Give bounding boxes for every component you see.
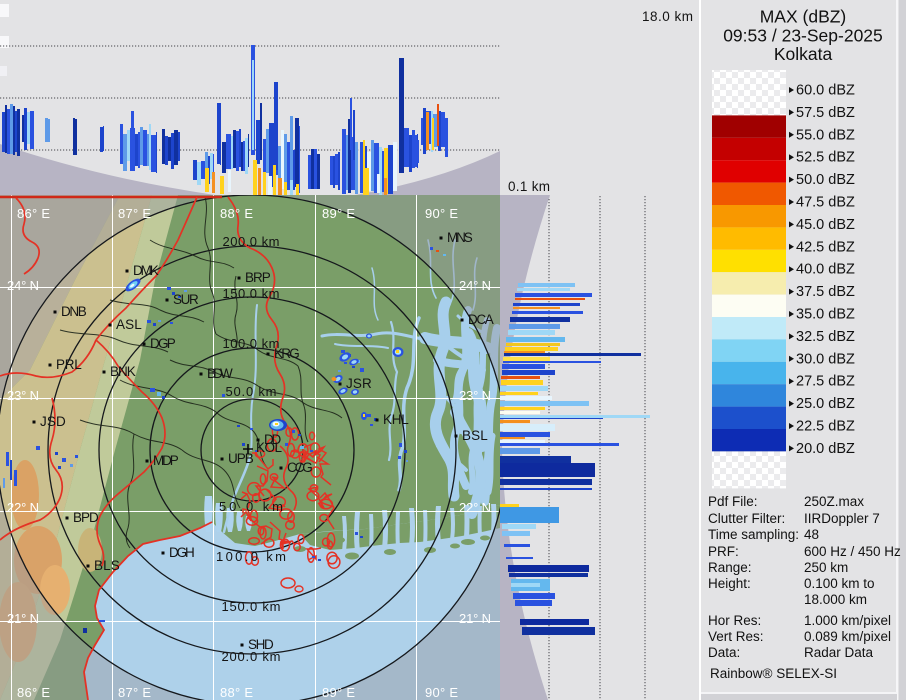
svg-text:0.100 km to: 0.100 km to (804, 576, 875, 591)
svg-text:22.5 dBZ: 22.5 dBZ (796, 419, 855, 435)
svg-text:ASL: ASL (116, 317, 142, 332)
svg-text:22° N: 22° N (459, 500, 491, 515)
svg-text:24° N: 24° N (7, 278, 39, 293)
svg-text:MDP: MDP (153, 453, 179, 468)
svg-text:PRL: PRL (56, 357, 82, 372)
svg-text:48: 48 (804, 527, 819, 542)
svg-text:20.0 dBZ: 20.0 dBZ (796, 441, 855, 457)
svg-text:30.0 dBZ: 30.0 dBZ (796, 351, 855, 367)
svg-text:DGP: DGP (150, 336, 176, 351)
svg-text:90° E: 90° E (425, 685, 458, 700)
svg-text:100.0 km: 100.0 km (216, 549, 286, 564)
svg-text:DNB: DNB (61, 304, 87, 319)
svg-text:BDW: BDW (207, 366, 233, 381)
svg-text:Rainbow® SELEX-SI: Rainbow® SELEX-SI (710, 666, 837, 681)
svg-text:18.0 km: 18.0 km (642, 9, 693, 24)
svg-text:52.5 dBZ: 52.5 dBZ (796, 150, 855, 166)
svg-text:IIRDoppler 7: IIRDoppler 7 (804, 511, 880, 526)
svg-text:250 km: 250 km (804, 560, 848, 575)
svg-text:25.0 dBZ: 25.0 dBZ (796, 396, 855, 412)
svg-text:KOL: KOL (256, 440, 282, 455)
svg-text:Data:: Data: (708, 645, 740, 660)
svg-text:50.0 km: 50.0 km (219, 499, 283, 514)
svg-text:50.0 dBZ: 50.0 dBZ (796, 172, 855, 188)
svg-text:MAX (dBZ): MAX (dBZ) (760, 7, 847, 27)
svg-text:45.0 dBZ: 45.0 dBZ (796, 217, 855, 233)
svg-text:21° N: 21° N (7, 611, 39, 626)
svg-text:250Z.max: 250Z.max (804, 494, 864, 509)
svg-text:UPB: UPB (228, 451, 254, 466)
svg-text:88° E: 88° E (220, 685, 253, 700)
svg-text:35.0 dBZ: 35.0 dBZ (796, 307, 855, 323)
svg-text:Pdf File:: Pdf File: (708, 494, 758, 509)
svg-text:JSR: JSR (346, 376, 372, 391)
svg-text:100.0 km: 100.0 km (223, 336, 280, 351)
svg-text:89° E: 89° E (322, 206, 355, 221)
svg-text:0.1 km: 0.1 km (508, 179, 550, 194)
svg-text:87° E: 87° E (118, 206, 151, 221)
svg-text:86° E: 86° E (17, 685, 50, 700)
svg-text:PRF:: PRF: (708, 544, 739, 559)
svg-text:DCA: DCA (468, 312, 494, 327)
svg-text:Time sampling:: Time sampling: (708, 527, 799, 542)
svg-text:18.000 km: 18.000 km (804, 592, 867, 607)
svg-text:57.5 dBZ: 57.5 dBZ (796, 105, 855, 121)
svg-text:09:53 / 23-Sep-2025: 09:53 / 23-Sep-2025 (723, 26, 883, 46)
svg-text:150.0 km: 150.0 km (222, 599, 281, 614)
svg-text:1.000 km/pixel: 1.000 km/pixel (804, 613, 891, 628)
svg-text:BPD: BPD (73, 510, 99, 525)
svg-text:0.089 km/pixel: 0.089 km/pixel (804, 629, 891, 644)
svg-text:DMK: DMK (133, 263, 159, 278)
svg-text:Range:: Range: (708, 560, 752, 575)
svg-text:Kolkata: Kolkata (774, 44, 833, 64)
svg-text:89° E: 89° E (322, 685, 355, 700)
svg-text:Clutter Filter:: Clutter Filter: (708, 511, 785, 526)
svg-text:50.0 km: 50.0 km (226, 384, 277, 399)
svg-text:87° E: 87° E (118, 685, 151, 700)
svg-text:Vert Res:: Vert Res: (708, 629, 764, 644)
svg-text:23° N: 23° N (459, 388, 491, 403)
svg-text:42.5 dBZ: 42.5 dBZ (796, 239, 855, 255)
svg-text:BLS: BLS (94, 558, 120, 573)
svg-text:90° E: 90° E (425, 206, 458, 221)
svg-text:32.5 dBZ: 32.5 dBZ (796, 329, 855, 345)
svg-text:600 Hz / 450 Hz: 600 Hz / 450 Hz (804, 544, 901, 559)
svg-text:CCG: CCG (287, 460, 313, 475)
svg-text:27.5 dBZ: 27.5 dBZ (796, 374, 855, 390)
svg-text:KHL: KHL (383, 412, 409, 427)
svg-text:23° N: 23° N (7, 388, 39, 403)
svg-text:86° E: 86° E (17, 206, 50, 221)
svg-text:BSL: BSL (462, 428, 488, 443)
svg-text:MNS: MNS (447, 230, 473, 245)
svg-text:DGH: DGH (169, 545, 195, 560)
svg-text:47.5 dBZ: 47.5 dBZ (796, 195, 855, 211)
svg-text:37.5 dBZ: 37.5 dBZ (796, 284, 855, 300)
svg-text:150.0 km: 150.0 km (223, 286, 280, 301)
svg-text:Height:: Height: (708, 576, 751, 591)
svg-text:21° N: 21° N (459, 611, 491, 626)
svg-text:55.0 dBZ: 55.0 dBZ (796, 127, 855, 143)
svg-text:40.0 dBZ: 40.0 dBZ (796, 262, 855, 278)
svg-text:BNK: BNK (110, 364, 136, 379)
svg-text:Radar Data: Radar Data (804, 645, 874, 660)
svg-text:JSD: JSD (40, 414, 66, 429)
svg-text:24° N: 24° N (459, 278, 491, 293)
svg-text:200.0 km: 200.0 km (223, 234, 280, 249)
svg-text:Hor Res:: Hor Res: (708, 613, 761, 628)
svg-text:22° N: 22° N (7, 500, 39, 515)
svg-text:BRP: BRP (245, 270, 271, 285)
svg-text:60.0 dBZ: 60.0 dBZ (796, 83, 855, 99)
svg-text:200.0 km: 200.0 km (222, 649, 281, 664)
svg-text:88° E: 88° E (220, 206, 253, 221)
svg-text:SUR: SUR (173, 292, 199, 307)
